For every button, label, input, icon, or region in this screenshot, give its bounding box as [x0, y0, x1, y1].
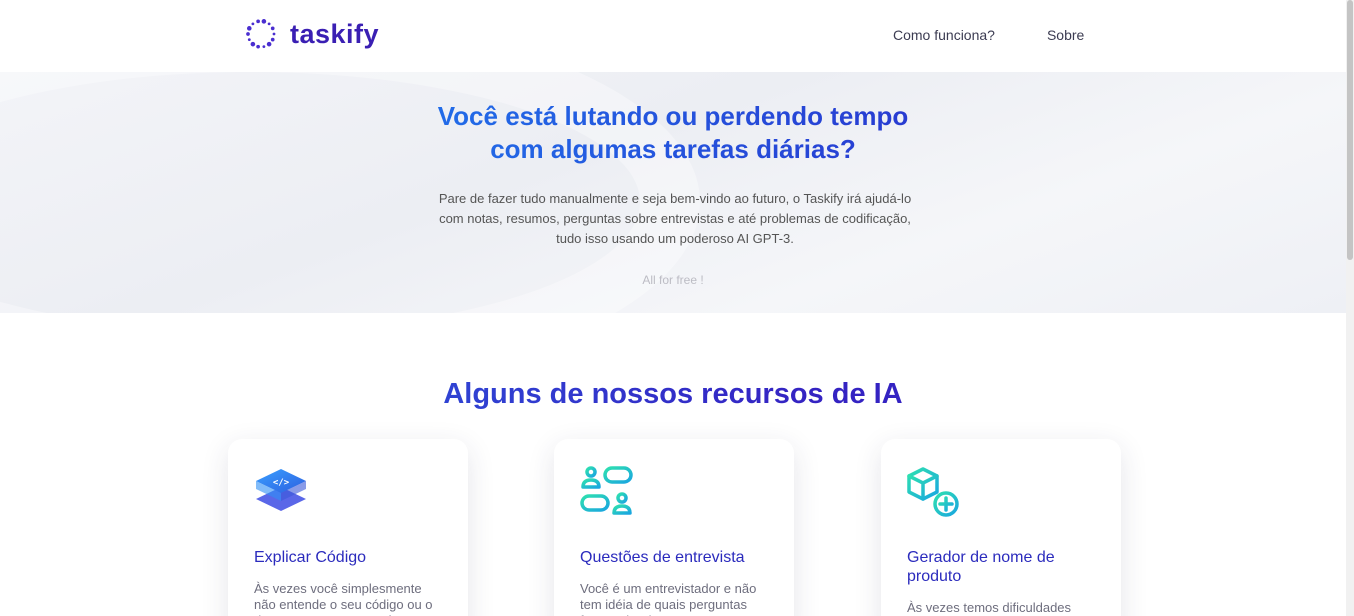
hero-section: Você está lutando ou perdendo tempo com … — [0, 72, 1346, 313]
card-text: Você é um entrevistador e não tem idéia … — [580, 581, 757, 616]
hero-title: Você está lutando ou perdendo tempo com … — [0, 100, 1346, 166]
free-note: All for free ! — [642, 273, 704, 287]
feature-card-explain-code[interactable]: </> Explicar Código Às vezes você simple… — [228, 439, 468, 616]
card-title: Gerador de nome de produto — [907, 549, 1055, 585]
dotted-circle-icon — [246, 19, 276, 49]
hero-title-line-2: com algumas tarefas diárias? — [490, 134, 856, 164]
site-header: taskify Como funciona? Sobre — [0, 0, 1346, 72]
main-nav: Como funciona? Sobre — [893, 27, 1084, 43]
hero-title-line-1: Você está lutando ou perdendo tempo — [437, 101, 909, 131]
card-text: Às vezes temos dificuldades para colocar… — [907, 600, 1072, 615]
brand-logo[interactable]: taskify — [244, 17, 379, 51]
card-title: Explicar Código — [254, 549, 367, 566]
feature-card-product-name-generator[interactable]: Gerador de nome de produto Às vezes temo… — [881, 439, 1121, 616]
brand-name: taskify — [290, 18, 380, 49]
features-title: Alguns de nossos recursos de IA — [0, 378, 1346, 411]
card-title: Questões de entrevista — [580, 549, 745, 566]
hero-lead: Pare de fazer tudo manualmente e seja be… — [438, 191, 912, 246]
svg-text:</>: </> — [273, 478, 290, 488]
scrollbar-thumb[interactable] — [1347, 0, 1353, 260]
feature-card-interview-questions[interactable]: Questões de entrevista Você é um entrevi… — [554, 439, 794, 616]
interview-icon — [580, 466, 633, 515]
card-text: Às vezes você simplesmente não entende o… — [254, 581, 433, 616]
nav-link-about[interactable]: Sobre — [1047, 27, 1084, 43]
page-scrollbar[interactable] — [1346, 0, 1354, 616]
box-add-icon — [907, 467, 959, 517]
code-layers-icon: </> — [256, 469, 306, 511]
nav-link-how-it-works[interactable]: Como funciona? — [893, 27, 995, 43]
